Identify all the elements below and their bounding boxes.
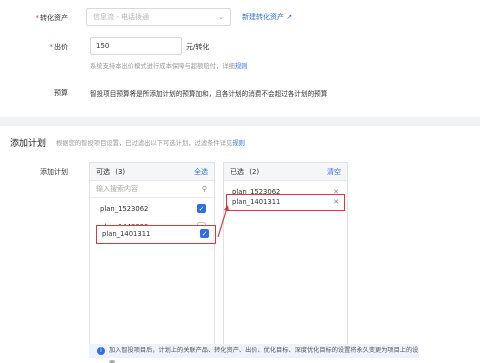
available-header: 可选 (3) 全选 <box>90 163 214 181</box>
checkbox-checked[interactable]: ✓ <box>197 204 206 213</box>
notice-bar: i 加入智投项目后，计划上的关联产品、转化资产、出价、优化目标、深度优化目标的设… <box>89 344 419 363</box>
bid-input[interactable]: 150 <box>90 37 182 55</box>
conversion-label: *转化资产 <box>35 14 69 22</box>
search-icon: ⚲ <box>201 185 207 193</box>
section-divider <box>0 117 480 126</box>
add-plan-rule-link[interactable]: 规则 <box>232 140 245 147</box>
add-plan-title: 添加计划 <box>10 139 47 149</box>
available-item-highlighted[interactable]: plan_1401311 ✓ <box>96 225 216 244</box>
close-icon[interactable]: ✕ <box>333 195 339 210</box>
add-plan-desc: 根据您的智投项目设置，已过滤出以下可选计划，过滤条件详见规则 <box>56 140 245 147</box>
chevron-down-icon: ⌄ <box>218 13 224 21</box>
external-link-icon: ↗ <box>286 13 293 21</box>
selected-header: 已选 (2) 清空 <box>224 163 347 181</box>
clear-button[interactable]: 清空 <box>327 163 341 181</box>
add-plan-field-label: 添加计划 <box>40 168 68 176</box>
conversion-select[interactable]: 信息流 - 电话拨通 ⌄ <box>86 8 231 26</box>
budget-label: 预算 <box>54 89 68 97</box>
budget-text: 智投项目预算将是所添加计划的预算加和，且各计划的消费不会超过各计划的预算 <box>90 90 328 98</box>
select-all-button[interactable]: 全选 <box>194 163 208 181</box>
bid-rule-link[interactable]: 规则 <box>235 63 248 70</box>
info-icon: i <box>97 347 105 355</box>
selected-panel: 已选 (2) 清空 plan_1523062 ✕ <box>223 162 348 350</box>
available-item[interactable]: plan_1523062 ✓ <box>90 200 214 218</box>
bid-hint: 系统支持本出价模式进行成本保障与超额赔付，详细规则 <box>90 63 248 70</box>
bid-label: *出价 <box>49 43 69 51</box>
available-search-input[interactable]: 输入搜索内容 ⚲ <box>90 181 214 198</box>
bid-unit: 元/转化 <box>186 43 210 51</box>
new-conversion-link[interactable]: 新建转化资产 ↗ <box>242 12 292 22</box>
arrow-annotation <box>217 205 229 238</box>
selected-item-highlighted: plan_1401311 ✕ <box>226 194 345 211</box>
available-panel: 可选 (3) 全选 输入搜索内容 ⚲ plan_1523062 ✓ plan_1… <box>89 162 215 350</box>
checkbox-checked[interactable]: ✓ <box>200 229 209 238</box>
